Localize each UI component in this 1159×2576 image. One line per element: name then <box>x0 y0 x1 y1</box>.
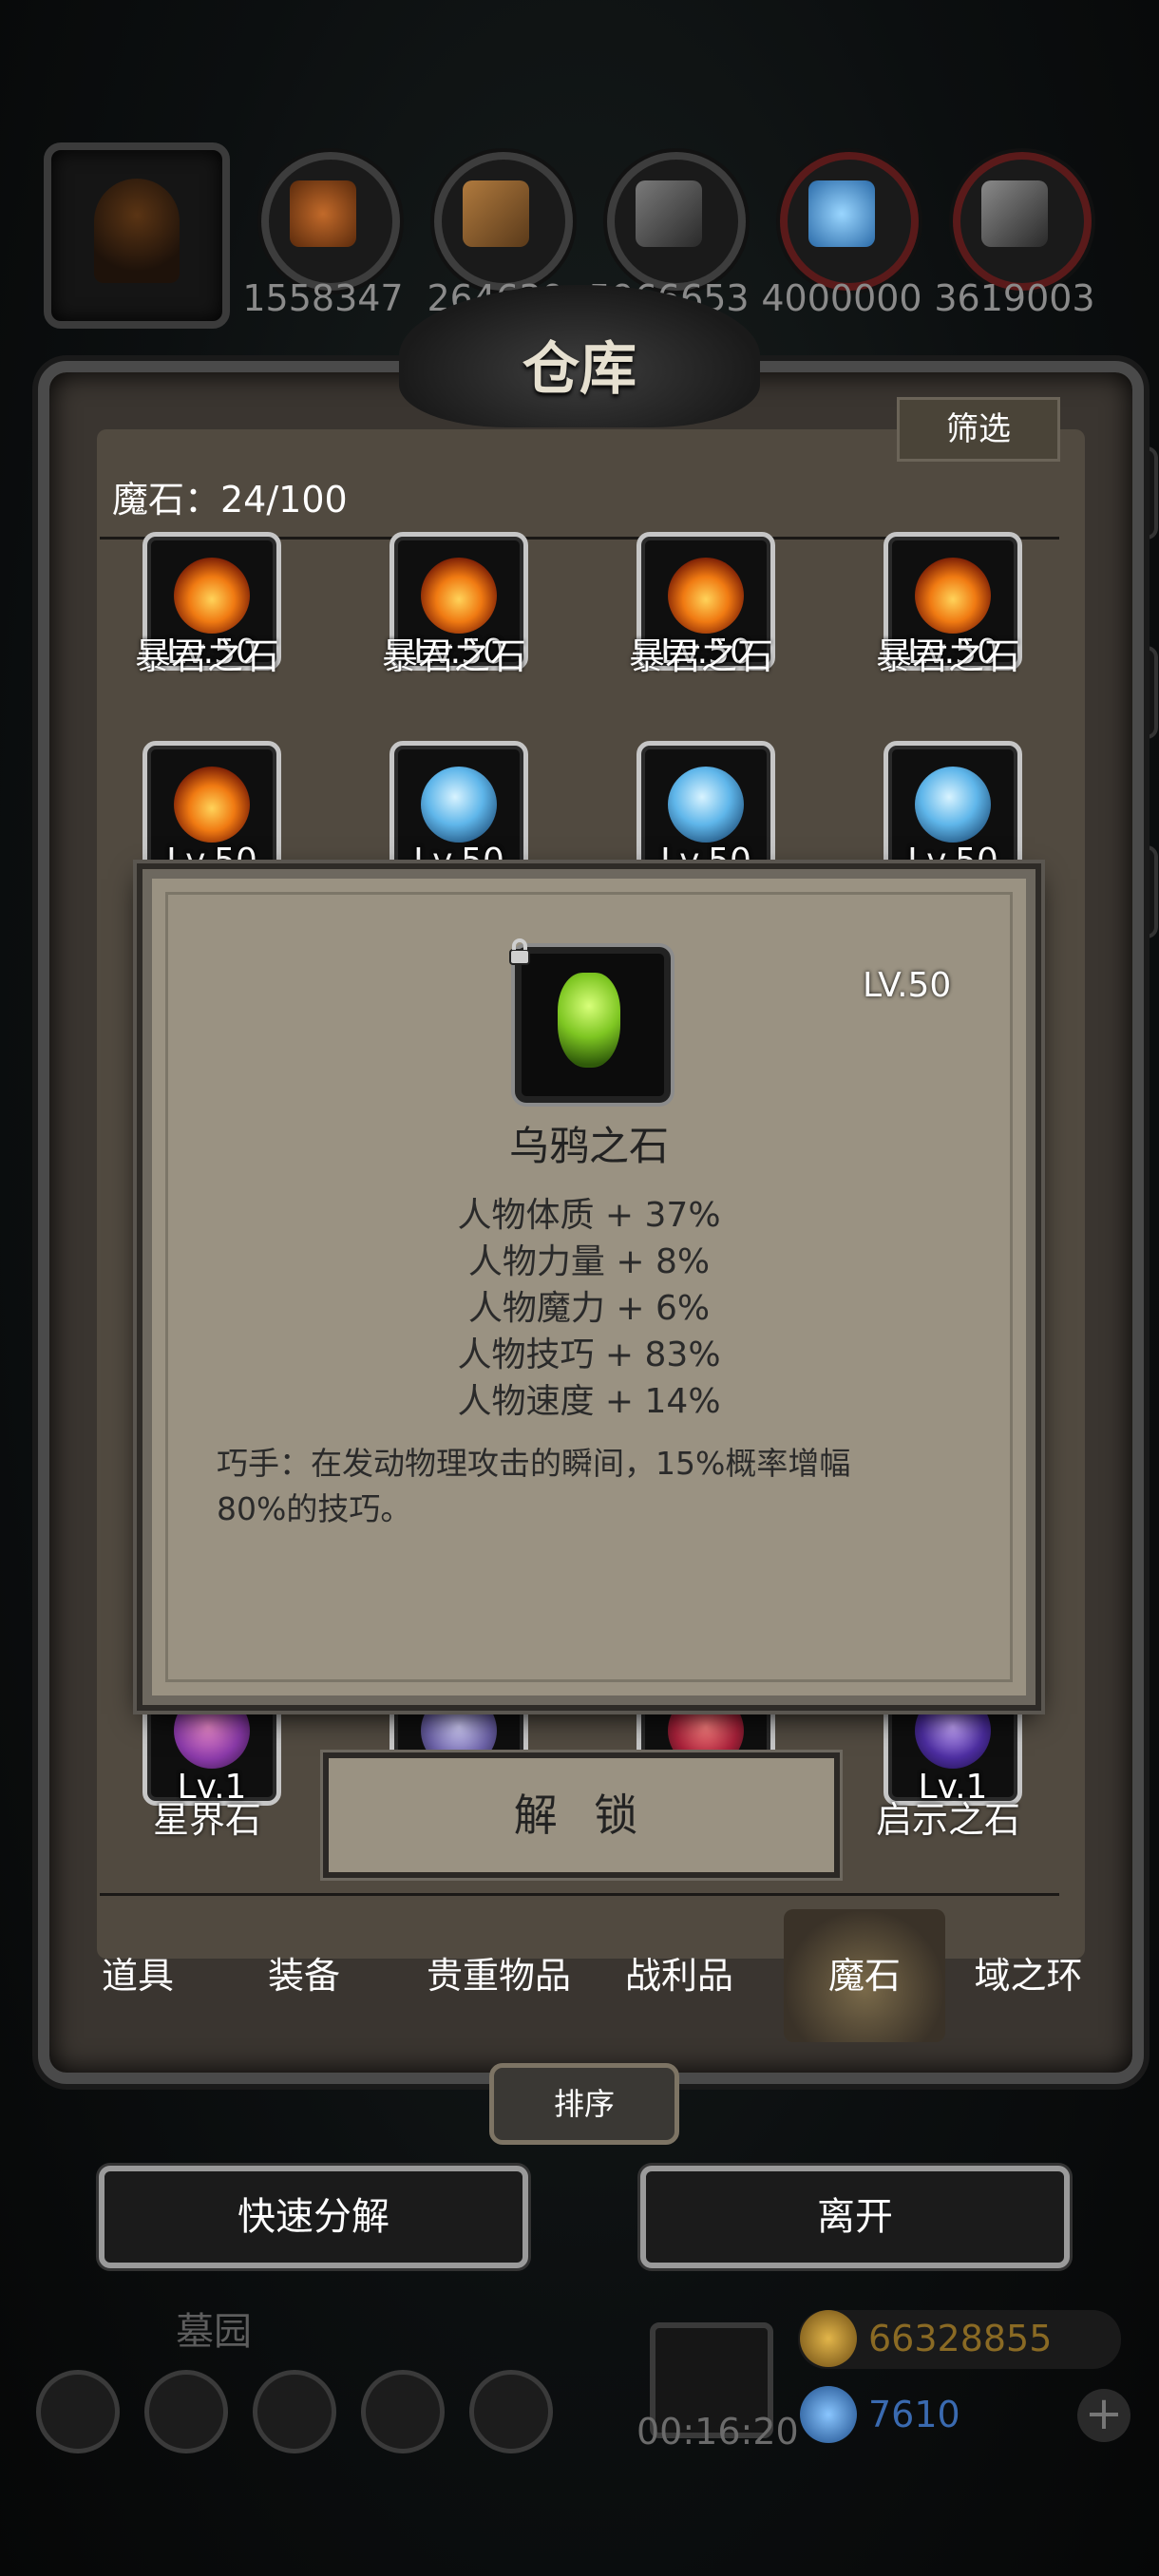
fire-gem-icon <box>174 558 250 634</box>
item-slot[interactable]: Lv.50 <box>636 741 775 881</box>
item-name: 暴君之石 <box>628 635 773 677</box>
item-title: 乌鸦之石 <box>508 1123 669 1169</box>
tab-loot[interactable]: 战利品 <box>598 1909 760 2042</box>
stat-line: 人物技巧 + 83% <box>457 1335 721 1374</box>
stat-line: 人物体质 + 37% <box>457 1196 721 1235</box>
bread-icon <box>261 152 400 291</box>
settings-icon[interactable] <box>36 2370 120 2453</box>
tab-items[interactable]: 道具 <box>57 1909 218 2042</box>
sort-button[interactable]: 排序 <box>489 2063 679 2145</box>
item-icon <box>515 947 671 1103</box>
filter-button[interactable]: 筛选 <box>897 397 1060 462</box>
ice-gem-icon <box>668 767 744 843</box>
stat-list: 人物体质 + 37% 人物力量 + 8% 人物魔力 + 6% 人物技巧 + 83… <box>152 1192 1026 1425</box>
gem-icon <box>800 2386 857 2443</box>
wood-icon <box>434 152 573 291</box>
cube-icon[interactable] <box>469 2370 553 2453</box>
gold-coin-icon <box>800 2310 857 2367</box>
item-detail-popup: LV.50 乌鸦之石 人物体质 + 37% 人物力量 + 8% 人物魔力 + 6… <box>142 869 1036 1705</box>
item-slot[interactable]: Lv.50 <box>142 741 281 881</box>
item-name: 暴君之石 <box>875 635 1020 677</box>
achievement-icon[interactable] <box>144 2370 228 2453</box>
stat-line: 人物魔力 + 6% <box>467 1289 711 1328</box>
iron-count: 3619003 <box>934 277 1095 319</box>
item-level: LV.50 <box>863 966 952 1005</box>
crystal-count: 4000000 <box>761 277 922 319</box>
tab-valuables[interactable]: 贵重物品 <box>404 1909 594 2042</box>
item-slot[interactable]: Lv.50 <box>390 741 528 881</box>
plus-icon[interactable]: + <box>1077 2389 1130 2442</box>
page-title: 仓库 <box>522 336 636 403</box>
ice-gem-icon <box>915 767 991 843</box>
ice-gem-icon <box>421 767 497 843</box>
item-name: 暴君之石 <box>134 635 279 677</box>
mail-icon[interactable] <box>361 2370 445 2453</box>
item-name: 启示之石 <box>875 1799 1020 1841</box>
stone-icon <box>607 152 746 291</box>
item-name: 暴君之石 <box>381 635 526 677</box>
divider <box>100 1893 1059 1896</box>
stat-line: 人物速度 + 14% <box>457 1382 721 1421</box>
tab-equipment[interactable]: 装备 <box>218 1909 390 2042</box>
item-description: 巧手：在发动物理攻击的瞬间，15%概率增幅80%的技巧。 <box>217 1445 851 1527</box>
fire-gem-icon <box>174 767 250 843</box>
fire-gem-icon <box>668 558 744 634</box>
tab-domain-rings[interactable]: 域之环 <box>955 1909 1102 2042</box>
blue-crystal-icon <box>780 152 919 291</box>
item-count: 魔石：24/100 <box>112 479 348 521</box>
category-tabs: 道具 装备 贵重物品 战利品 魔石 域之环 <box>57 1909 1102 2042</box>
stat-line: 人物力量 + 8% <box>467 1242 711 1281</box>
gold-amount: 66328855 <box>868 2318 1053 2359</box>
unlock-button[interactable]: 解 锁 <box>323 1752 840 1878</box>
item-name: 星界石 <box>152 1799 261 1841</box>
fire-gem-icon <box>915 558 991 634</box>
leave-button[interactable]: 离开 <box>640 2166 1070 2268</box>
crow-stone-icon <box>558 973 620 1068</box>
location-label: 墓园 <box>176 2310 252 2354</box>
fire-gem-icon <box>421 558 497 634</box>
bread-count: 1558347 <box>242 277 404 319</box>
item-slot[interactable]: Lv.50 <box>884 741 1022 881</box>
gift-timer: 00:16:20 <box>636 2411 799 2453</box>
lock-icon <box>509 938 530 965</box>
player-portrait[interactable] <box>44 142 230 329</box>
hooded-figure-icon <box>94 179 180 283</box>
quick-decompose-button[interactable]: 快速分解 <box>99 2166 528 2268</box>
map-icon[interactable] <box>253 2370 336 2453</box>
tab-magic-stones[interactable]: 魔石 <box>784 1909 945 2042</box>
gem-amount: 7610 <box>868 2394 960 2435</box>
iron-icon <box>953 152 1092 291</box>
